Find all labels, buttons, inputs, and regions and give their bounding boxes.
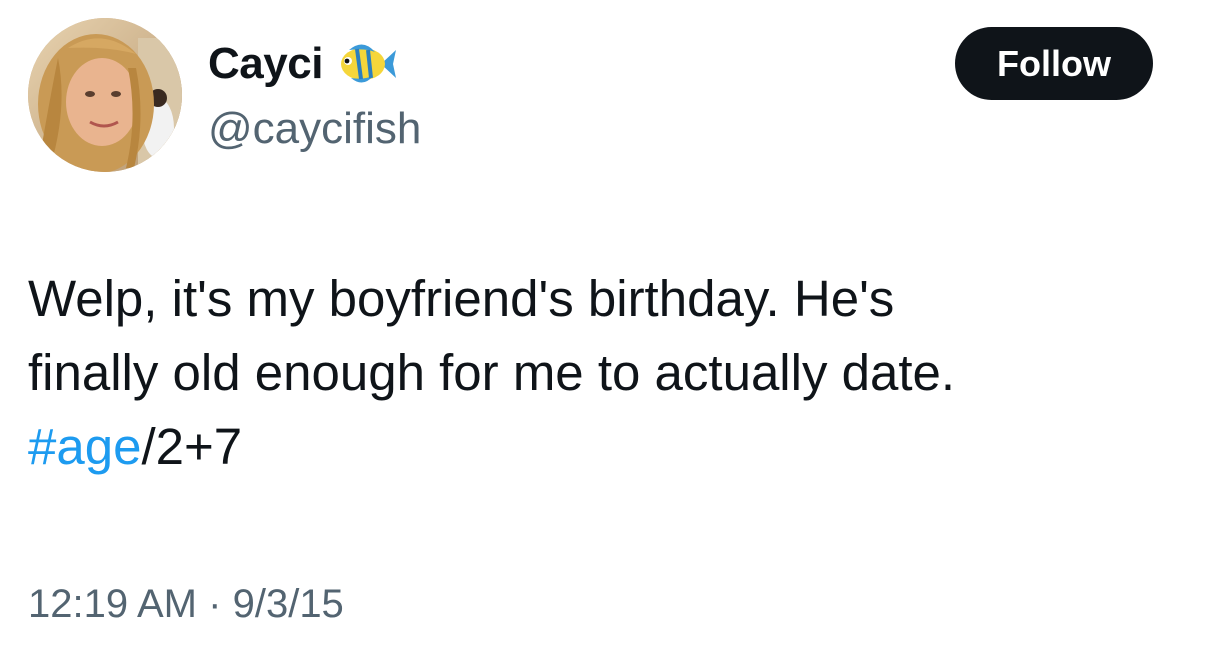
tweet-timestamp: 12:19 AM · 9/3/15 (28, 578, 344, 630)
author-name-row: Cayci (208, 36, 397, 92)
tweet-text-line: finally old enough for me to actually da… (28, 344, 956, 401)
hashtag-link[interactable]: #age (28, 418, 141, 475)
avatar-photo (28, 18, 182, 172)
timestamp-separator: · (208, 582, 222, 626)
avatar[interactable] (28, 18, 182, 172)
tropical-fish-icon (335, 40, 397, 88)
follow-button[interactable]: Follow (955, 27, 1153, 100)
tweet-text-fragment: /2+7 (141, 418, 243, 475)
tweet-text-line: Welp, it's my boyfriend's birthday. He's (28, 270, 895, 327)
author-handle[interactable]: @caycifish (208, 102, 421, 156)
author-display-name[interactable]: Cayci (208, 36, 323, 92)
tweet-card: Cayci @caycifish Follow Welp, it's my bo… (0, 0, 1206, 649)
tweet-date[interactable]: 9/3/15 (233, 582, 344, 626)
tweet-time[interactable]: 12:19 AM (28, 582, 197, 626)
tweet-text: Welp, it's my boyfriend's birthday. He's… (28, 262, 1178, 484)
tweet-text-line: #age/2+7 (28, 410, 1178, 484)
